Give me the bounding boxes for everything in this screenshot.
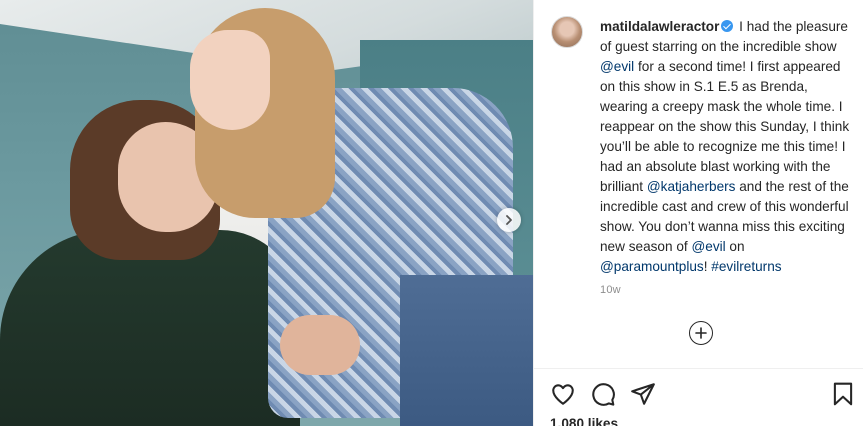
post-timestamp[interactable]: 10w xyxy=(600,284,621,296)
photo-girl-jeans xyxy=(400,275,533,426)
avatar[interactable] xyxy=(551,16,583,48)
caption-area: matildalawleractor I had the pleasure of… xyxy=(534,0,863,368)
post-caption: matildalawleractor I had the pleasure of… xyxy=(600,17,855,277)
comment-bubble-icon[interactable] xyxy=(590,381,616,407)
post-side-panel: matildalawleractor I had the pleasure of… xyxy=(533,0,863,426)
mention-link[interactable]: @evil xyxy=(600,59,634,74)
username-link[interactable]: matildalawleractor xyxy=(600,19,719,34)
verified-badge-icon xyxy=(721,20,734,32)
bookmark-icon[interactable] xyxy=(830,381,856,407)
hashtag-link[interactable]: #evilreturns xyxy=(711,259,781,274)
post-actions-bar: 1,080 likes xyxy=(534,368,863,426)
mention-link[interactable]: @katjaherbers xyxy=(647,179,736,194)
caption-text-4: on xyxy=(725,239,745,254)
photo-hands xyxy=(280,315,360,375)
load-more-comments-button[interactable] xyxy=(689,321,713,345)
mention-link[interactable]: @evil xyxy=(691,239,725,254)
caption-text-2: for a second time! I first appeared on t… xyxy=(600,59,850,194)
plus-circle-icon xyxy=(695,327,707,339)
mention-link[interactable]: @paramountplus xyxy=(600,259,704,274)
paper-plane-icon[interactable] xyxy=(630,381,656,407)
carousel-next-button[interactable] xyxy=(497,208,521,232)
post-photo[interactable] xyxy=(0,0,533,426)
chevron-right-icon xyxy=(506,215,512,225)
photo-girl-face xyxy=(190,30,270,130)
heart-icon[interactable] xyxy=(550,381,576,407)
likes-count[interactable]: 1,080 likes xyxy=(550,416,618,426)
